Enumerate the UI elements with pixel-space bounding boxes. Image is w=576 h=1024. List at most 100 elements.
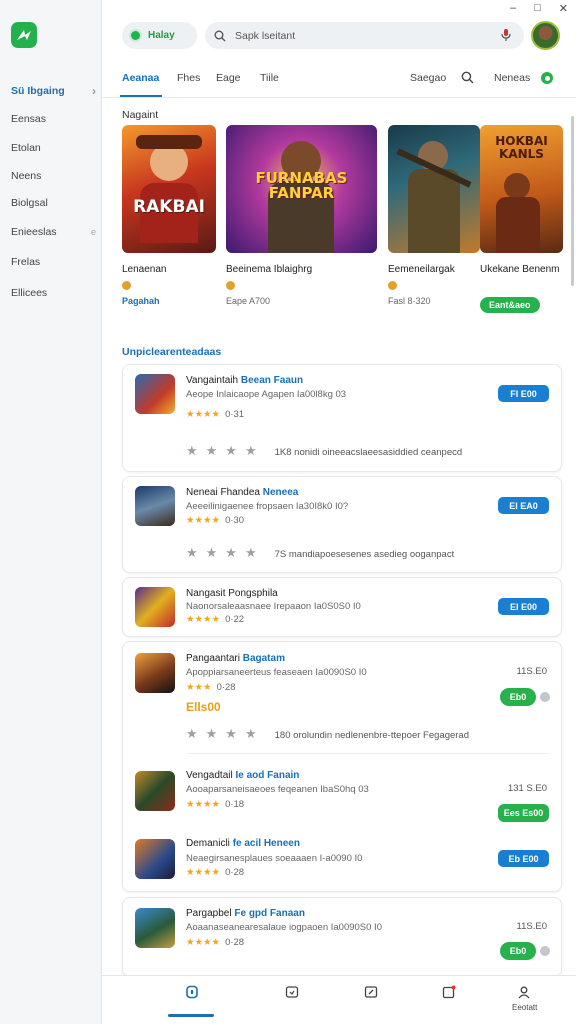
rating: ★★★ 0·28 [186, 682, 236, 693]
bottom-nav: Eeotatt [102, 975, 576, 1024]
search-icon[interactable] [461, 71, 474, 84]
more-options-icon[interactable] [540, 692, 550, 702]
search-bar[interactable]: Sapk lseitant [205, 22, 524, 49]
tab-2[interactable]: Fhes [177, 72, 200, 84]
list-item-desc: Aeeeilinigaenee fropsaen Ia30I8k0 I0? [186, 501, 349, 512]
scrollbar[interactable] [571, 116, 574, 286]
tab-4[interactable]: Tiile [260, 72, 279, 84]
library-icon[interactable] [364, 985, 378, 999]
search-icon [214, 30, 226, 41]
list-item-title: Vangaintaih Beean Faaun [186, 375, 304, 386]
sidebar-item-4[interactable]: Neens [11, 170, 96, 182]
close-button[interactable]: ✕ [559, 2, 568, 15]
list-card-group[interactable]: Pangaantari Bagatam Apoppiarsaneerteus f… [122, 641, 562, 892]
featured-link[interactable]: Pagahah [122, 296, 216, 306]
minimize-button[interactable]: – [510, 2, 516, 15]
list-item-title: Nangasit Pongsphila [186, 588, 278, 599]
list-card[interactable]: Pargapbel Fe gpd Fanaan Aoaanaseanearesa… [122, 897, 562, 977]
sidebar-item-label: Etolan [11, 142, 41, 154]
sidebar-item-5[interactable]: Biolgsal [11, 197, 96, 209]
window-controls: – □ ✕ [510, 2, 568, 15]
list-card[interactable]: Nangasit Pongsphila Naonorsaleaasnaee Ir… [122, 577, 562, 637]
rating: ★★★★ 0·18 [186, 799, 245, 810]
active-nav-indicator [168, 1014, 214, 1017]
sidebar: Sü Ibgaing › Eensas Etolan Neens Biolgsa… [0, 0, 102, 1024]
featured-name: Ukekane Benenm [480, 264, 560, 275]
game-thumbnail [135, 653, 175, 693]
install-button[interactable]: El E00 [498, 598, 549, 615]
featured-pill[interactable]: Eant&aeo [480, 297, 540, 313]
search-input[interactable]: Sapk lseitant [235, 30, 295, 42]
featured-name: Eemeneilargak [388, 264, 455, 275]
tab-right-1[interactable]: Saegao [410, 72, 446, 84]
rating: ★★★★ 0·22 [186, 614, 245, 625]
online-indicator-icon[interactable] [541, 72, 553, 84]
install-button[interactable]: El EA0 [498, 497, 549, 514]
featured-art-text: HOKBAI KANLS [495, 134, 548, 161]
reviews-line: ★★★★ 1K8 nonidi oineeacslaeesasiddied cea… [186, 443, 463, 458]
account-icon[interactable] [517, 985, 531, 999]
reviews-line: ★★★★ 7S mandiapoesesenes asedieg ooganpac… [186, 545, 455, 560]
games-icon[interactable] [285, 985, 299, 999]
sidebar-item-2[interactable]: Eensas [11, 113, 96, 125]
account-label: Eeotatt [512, 1003, 538, 1012]
tab-right-2[interactable]: Neneas [494, 72, 530, 84]
sidebar-item-6[interactable]: Enieeslas e [11, 226, 96, 238]
sidebar-item-label: Neens [11, 170, 42, 182]
list-item-desc: Aoaanaseanearesalaue iogpaoen Ia0090S0 I… [186, 922, 382, 933]
sale-price: Ells00 [186, 700, 221, 714]
list-card[interactable]: Neneai Fhandea Neneea Aeeeilinigaenee fr… [122, 476, 562, 573]
get-button[interactable]: Eb0 [500, 942, 536, 960]
grey-stars-icon: ★★★★ [186, 545, 265, 560]
maximize-button[interactable]: □ [534, 2, 541, 15]
reviews-line: ★★★★ 180 orolundin nedlenenbre-ttepoer Fe… [186, 726, 469, 741]
featured-art-text: RAKBAI [133, 197, 205, 217]
install-button[interactable]: Fl E00 [498, 385, 549, 402]
featured-card-1[interactable]: RAKBAI Lenaenan Pagahah [122, 125, 216, 306]
microphone-icon[interactable] [500, 28, 512, 42]
game-thumbnail [135, 587, 175, 627]
sidebar-item-3[interactable]: Etolan [11, 142, 96, 154]
get-button[interactable]: Eb0 [500, 688, 536, 706]
featured-art-text: FURNABAS FANPAR [255, 169, 348, 202]
featured-meta [226, 281, 377, 290]
sidebar-item-label: Biolgsal [11, 197, 48, 209]
featured-title: Nagaint [122, 109, 159, 121]
get-button[interactable]: Ees Es00 [498, 804, 549, 822]
notifications-icon[interactable] [442, 985, 456, 999]
chevron-right-icon: › [92, 84, 96, 98]
rating: ★★★★ 0·28 [186, 937, 245, 948]
list-item-desc: Aeope Inlaicaope Agapen Ia00l8kg 03 [186, 389, 347, 400]
sidebar-item-sub: e [90, 227, 96, 237]
featured-card-2[interactable]: FURNABAS FANPAR Beeinema Iblaighrg Eape … [226, 125, 377, 306]
tab-3[interactable]: Eage [216, 72, 241, 84]
featured-art: RAKBAI [122, 125, 216, 253]
rating: ★★★★ 0·31 [186, 409, 245, 420]
home-icon[interactable] [185, 985, 199, 999]
status-pill[interactable]: Halay [122, 22, 197, 49]
list-item-title: Vengadtail Ie aod Fanain [186, 770, 300, 781]
more-options-icon[interactable] [540, 946, 550, 956]
featured-meta [122, 281, 216, 290]
rating: ★★★★ 0·30 [186, 515, 245, 526]
status-dot-icon [131, 31, 140, 40]
featured-card-3[interactable]: Eemeneilargak Fasl 8·320 [388, 125, 480, 306]
featured-card-4[interactable]: HOKBAI KANLS Ukekane Benenm Eant&aeo [480, 125, 563, 313]
coin-icon [226, 281, 235, 290]
avatar[interactable] [531, 21, 560, 50]
featured-name: Beeinema Iblaighrg [226, 264, 313, 275]
install-button[interactable]: Eb E00 [498, 850, 549, 867]
sidebar-item-8[interactable]: Ellicees [11, 287, 96, 299]
game-thumbnail [135, 486, 175, 526]
status-label: Halay [148, 30, 175, 41]
list-card[interactable]: Vangaintaih Beean Faaun Aeope Inlaicaope… [122, 364, 562, 472]
app-window: – □ ✕ Sü Ibgaing › Eensas Etolan Neens B… [0, 0, 576, 1024]
sidebar-item-1[interactable]: Sü Ibgaing › [11, 84, 96, 98]
list-item-desc: Naonorsaleaasnaee Irepaaon Ia0S0S0 I0 [186, 601, 361, 612]
grey-stars-icon: ★★★★ [186, 726, 265, 741]
sidebar-item-7[interactable]: Frelas [11, 256, 96, 268]
app-logo-icon[interactable] [11, 22, 37, 48]
tab-1[interactable]: Aeanaa [122, 72, 159, 84]
rating: ★★★★ 0·28 [186, 867, 245, 878]
divider [186, 753, 549, 754]
